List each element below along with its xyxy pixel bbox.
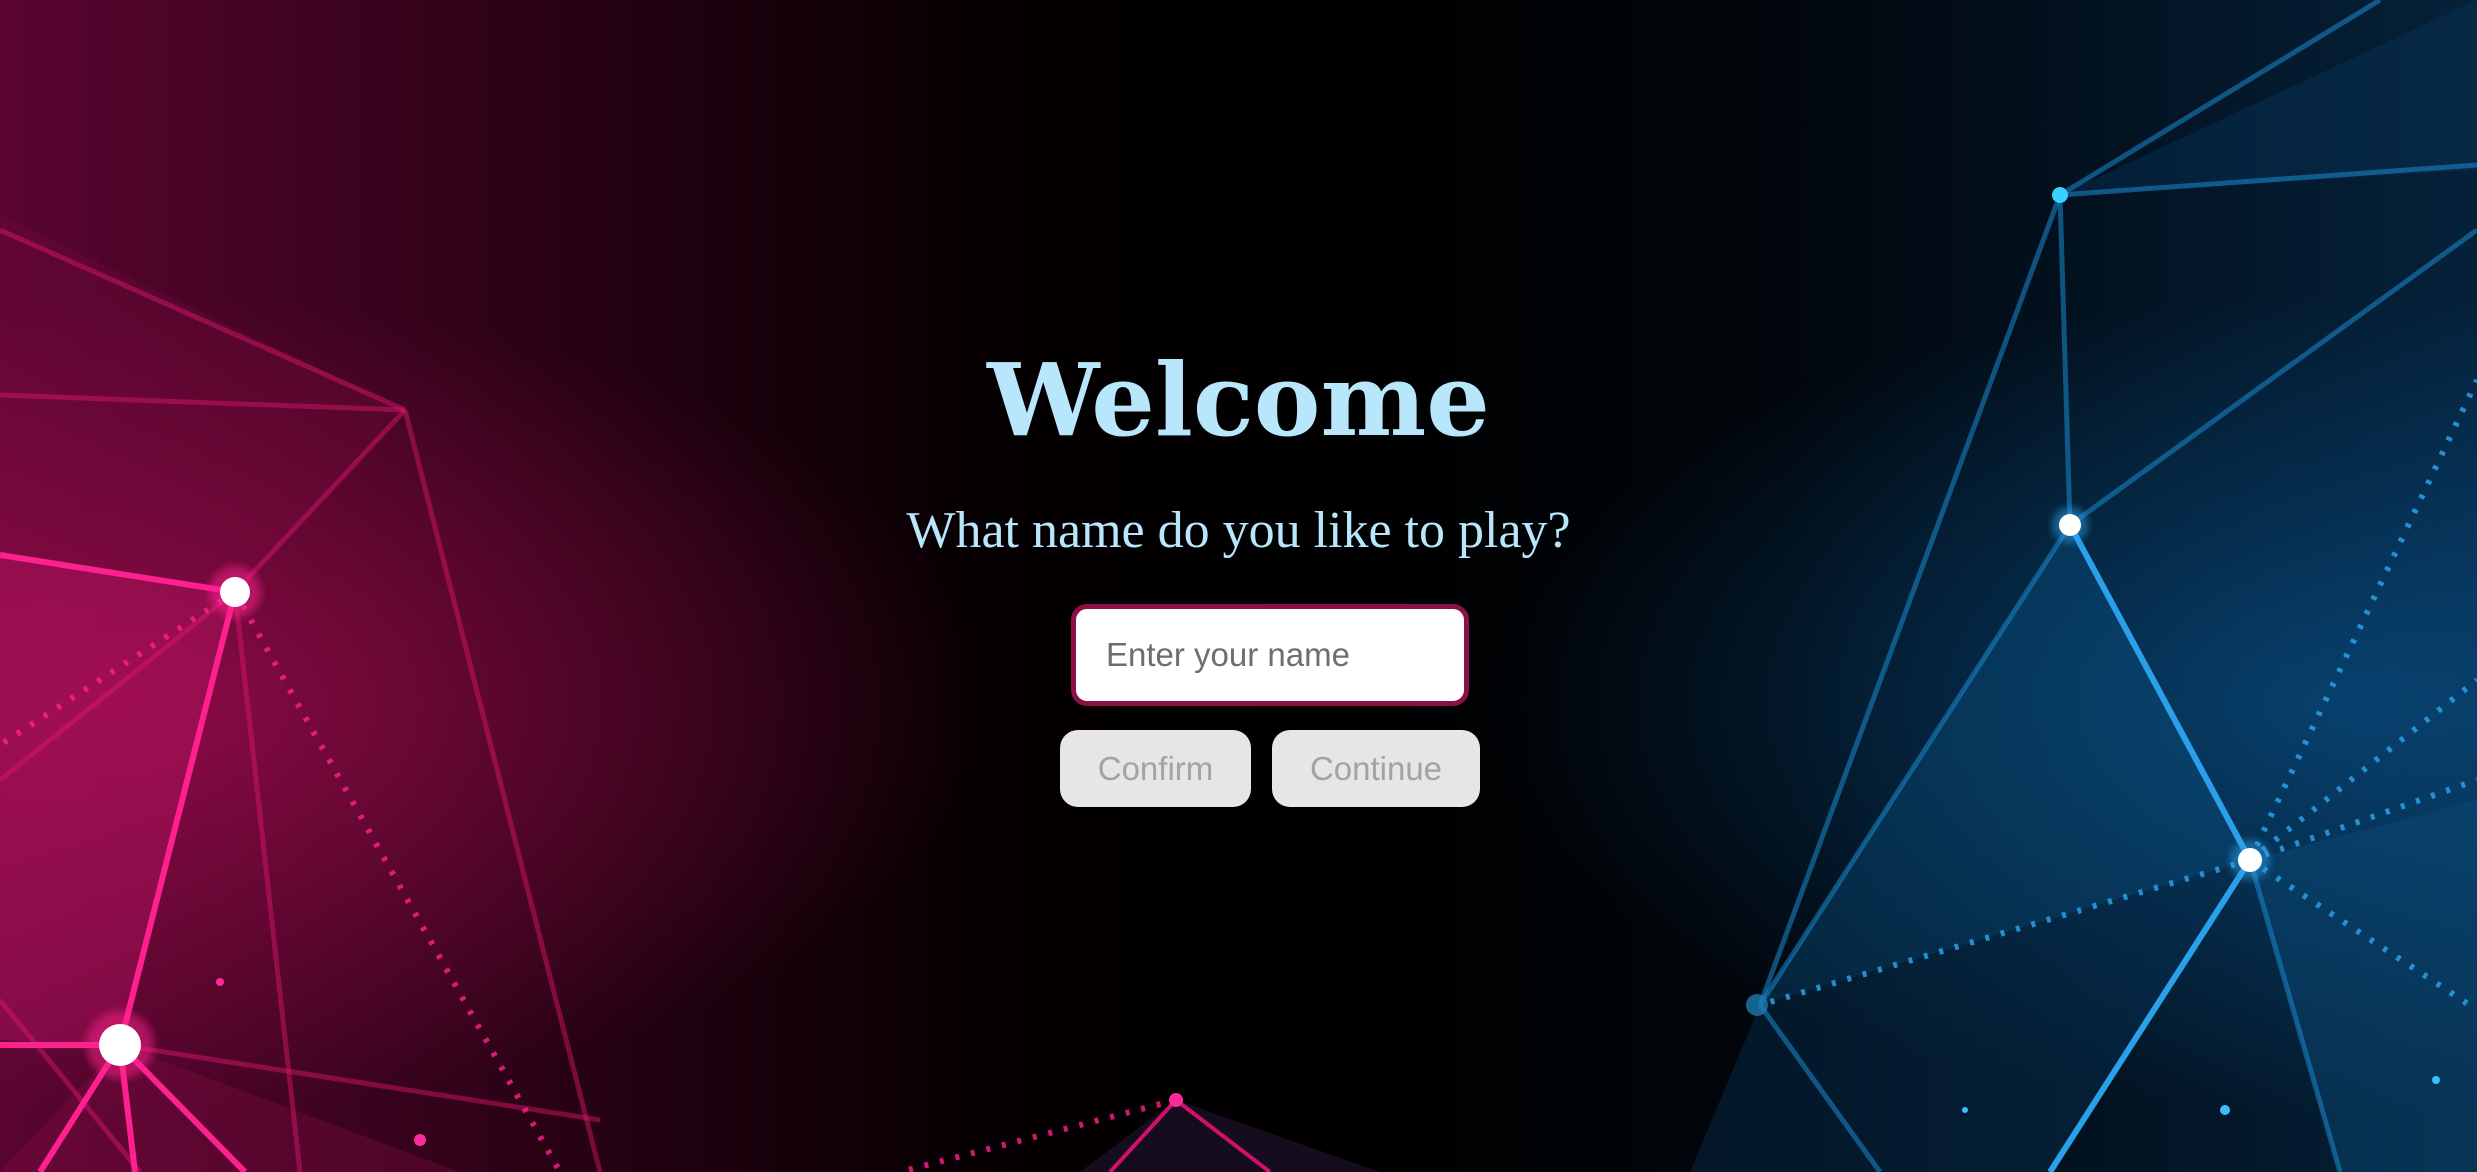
player-name-input[interactable] xyxy=(1071,604,1469,706)
continue-button[interactable]: Continue xyxy=(1272,730,1480,807)
confirm-button[interactable]: Confirm xyxy=(1060,730,1251,807)
name-prompt: What name do you like to play? xyxy=(906,502,1571,559)
welcome-title: Welcome xyxy=(987,341,1490,459)
welcome-panel: Welcome What name do you like to play? C… xyxy=(0,0,2477,1172)
welcome-screen: Welcome What name do you like to play? C… xyxy=(0,0,2477,1172)
